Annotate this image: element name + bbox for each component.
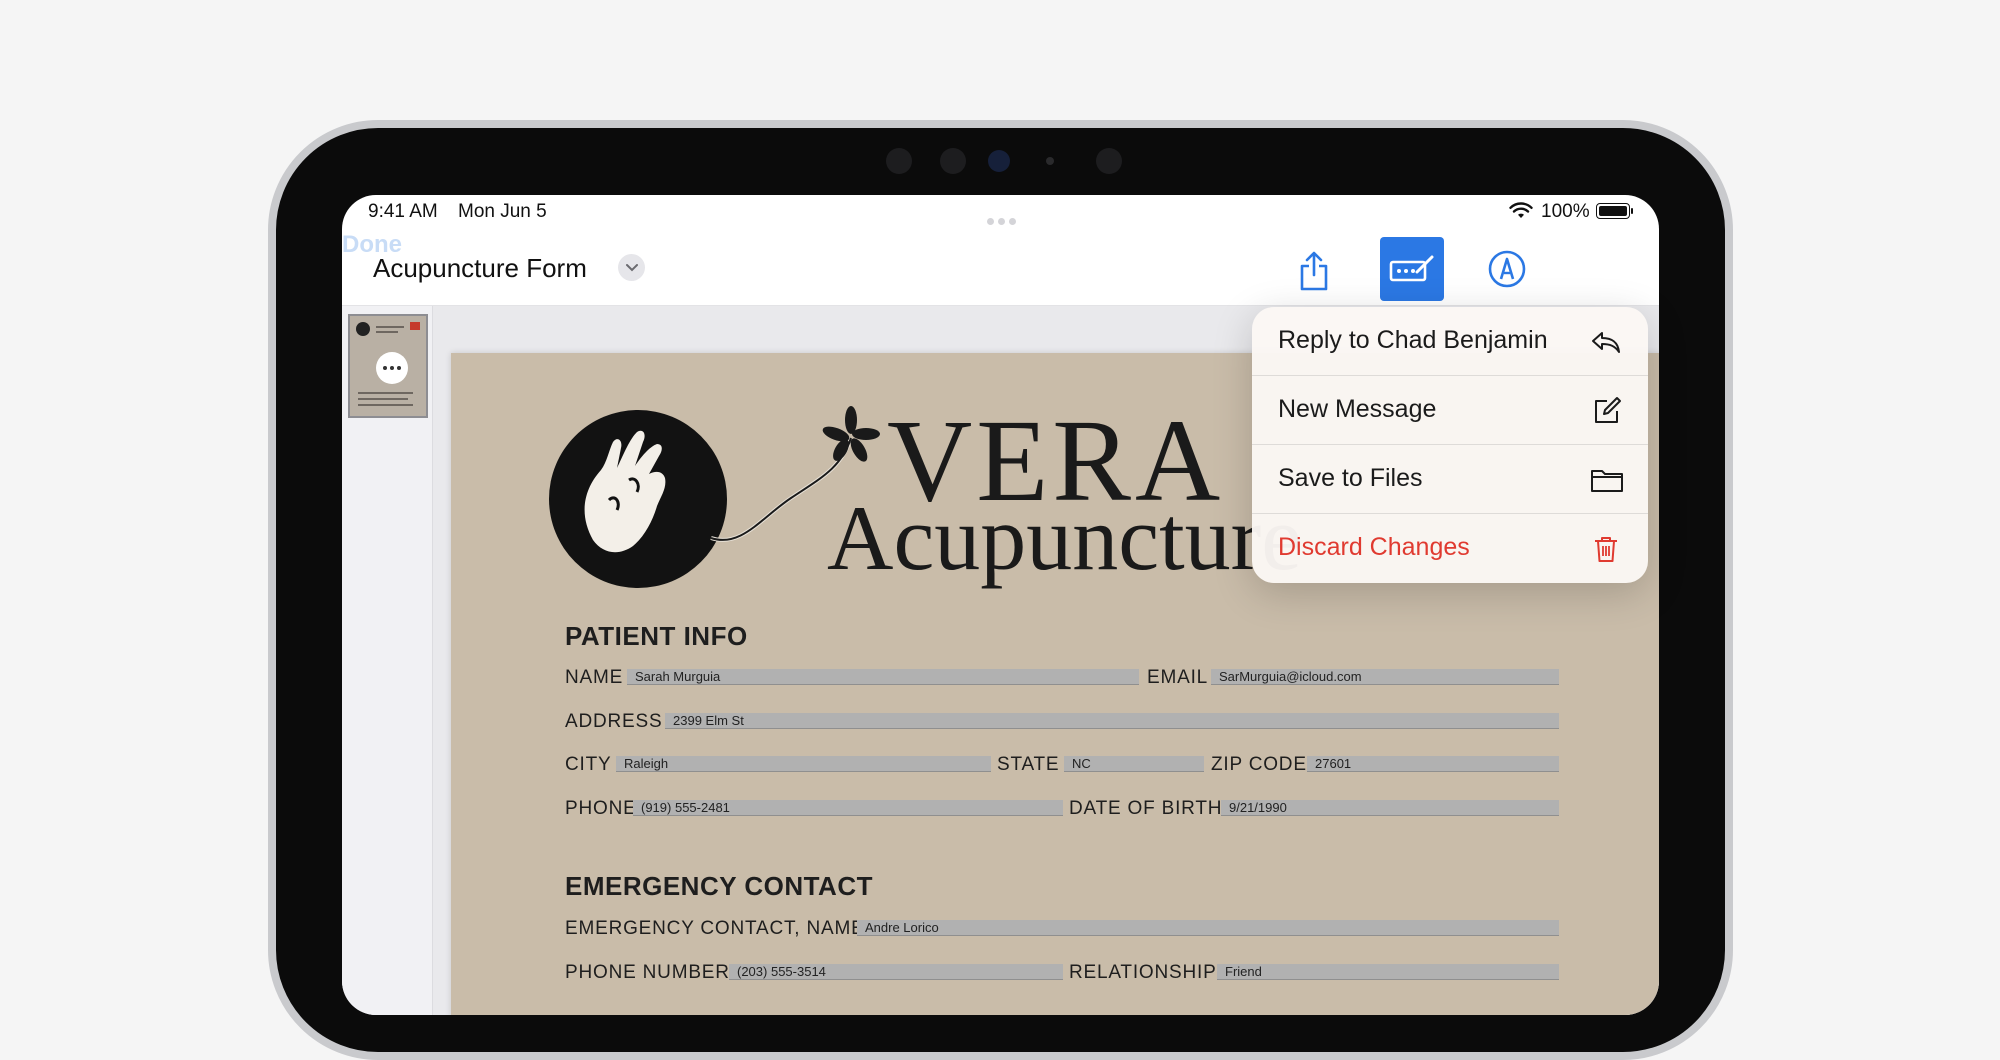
- compose-icon: [1590, 395, 1622, 427]
- name-field[interactable]: Sarah Murguia: [627, 669, 1139, 685]
- document-title[interactable]: Acupuncture Form: [373, 253, 587, 284]
- relationship-label: RELATIONSHIP: [1069, 962, 1217, 983]
- status-bar: 9:41 AM Mon Jun 5 100%: [342, 195, 1659, 231]
- page-thumbnail[interactable]: [348, 314, 428, 418]
- date-of-birth-field[interactable]: 9/21/1990: [1221, 800, 1559, 816]
- menu-item-label: New Message: [1278, 395, 1437, 423]
- relationship-field[interactable]: Friend: [1217, 964, 1559, 980]
- fill-form-icon: [1389, 255, 1434, 282]
- navigation-bar: Acupuncture Form Done: [342, 231, 1659, 306]
- emergency-phone-label: PHONE NUMBER: [565, 962, 730, 983]
- share-icon: [1300, 251, 1328, 291]
- zip-code-label: ZIP CODE: [1211, 754, 1307, 775]
- zip-code-field[interactable]: 27601: [1307, 756, 1559, 772]
- menu-item-label: Discard Changes: [1278, 533, 1470, 561]
- section-heading-patient-info: PATIENT INFO: [565, 621, 748, 651]
- wifi-icon: [1509, 201, 1533, 227]
- menu-item-save-to-files[interactable]: Save to Files: [1252, 445, 1648, 514]
- city-field[interactable]: Raleigh: [616, 756, 991, 772]
- status-time: 9:41 AM: [368, 201, 438, 222]
- camera-array: [276, 148, 1725, 178]
- brand-subtitle: Acupuncture: [827, 487, 1303, 589]
- name-label: NAME: [565, 667, 624, 688]
- emergency-name-field[interactable]: Andre Lorico: [857, 920, 1559, 936]
- markup-icon: [1488, 250, 1526, 288]
- more-icon[interactable]: [376, 352, 408, 384]
- section-heading-emergency-contact: EMERGENCY CONTACT: [565, 871, 873, 901]
- trash-icon: [1590, 533, 1622, 565]
- status-date: Mon Jun 5: [458, 201, 547, 222]
- thumbnail-sidebar: [342, 306, 433, 1015]
- menu-item-label: Save to Files: [1278, 464, 1423, 492]
- address-field[interactable]: 2399 Elm St: [665, 713, 1559, 729]
- phone-field[interactable]: (919) 555-2481: [633, 800, 1063, 816]
- fill-and-sign-button[interactable]: [1380, 237, 1444, 301]
- address-label: ADDRESS: [565, 711, 663, 732]
- battery-percent: 100%: [1541, 201, 1590, 222]
- emergency-phone-field[interactable]: (203) 555-3514: [729, 964, 1063, 980]
- city-label: CITY: [565, 754, 612, 775]
- emergency-name-label: EMERGENCY CONTACT, NAME: [565, 918, 865, 939]
- email-field[interactable]: SarMurguia@icloud.com: [1211, 669, 1559, 685]
- fill-sign-menu: Reply to Chad Benjamin New Message Save …: [1252, 307, 1648, 583]
- battery-icon: [1596, 203, 1633, 219]
- phone-label: PHONE: [565, 798, 637, 819]
- chevron-down-icon[interactable]: [618, 254, 645, 281]
- markup-button[interactable]: [1487, 249, 1527, 289]
- state-field[interactable]: NC: [1064, 756, 1204, 772]
- email-label: EMAIL: [1147, 667, 1209, 688]
- menu-item-reply[interactable]: Reply to Chad Benjamin: [1252, 307, 1648, 376]
- multitasking-grabber[interactable]: [987, 209, 1023, 225]
- state-label: STATE: [997, 754, 1060, 775]
- date-of-birth-label: DATE OF BIRTH: [1069, 798, 1223, 819]
- reply-icon: [1590, 326, 1622, 358]
- menu-item-discard-changes[interactable]: Discard Changes: [1252, 514, 1648, 583]
- folder-icon: [1590, 464, 1623, 496]
- menu-item-label: Reply to Chad Benjamin: [1278, 326, 1548, 354]
- menu-item-new-message[interactable]: New Message: [1252, 376, 1648, 445]
- share-button[interactable]: [1294, 249, 1334, 293]
